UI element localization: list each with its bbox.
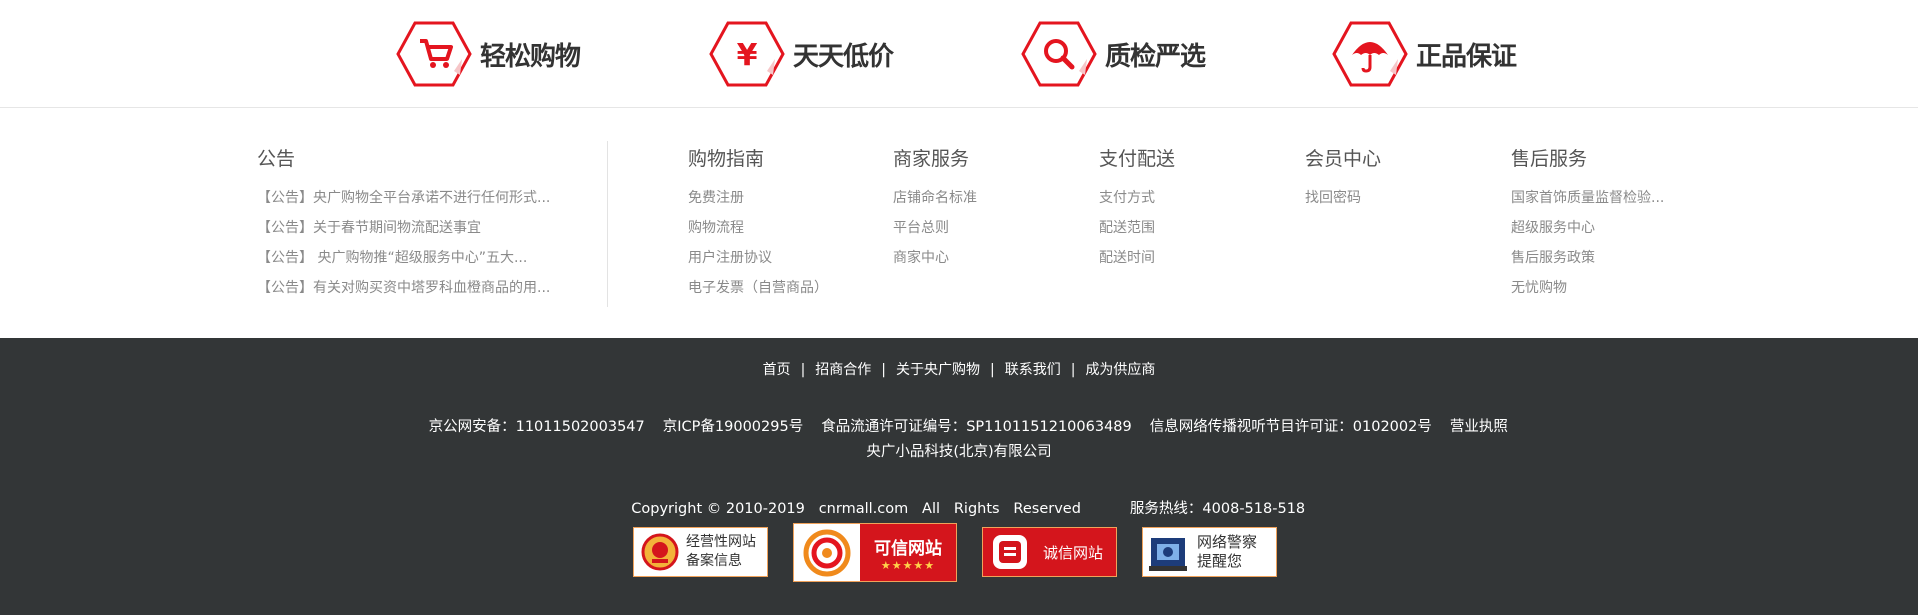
aftersale-link[interactable]: 售后服务政策 <box>1511 243 1691 273</box>
trusted-site-label: 可信网站 <box>874 538 942 559</box>
emblem-icon <box>641 533 679 571</box>
yen-icon: ¥ <box>709 21 785 87</box>
nav-separator: | <box>881 362 886 378</box>
merchant-link[interactable]: 商家中心 <box>893 243 977 273</box>
integrity-site-badge[interactable]: 诚信网站 <box>982 527 1117 577</box>
business-record-badge[interactable]: 经营性网站 备案信息 <box>633 527 768 577</box>
aftersale-link[interactable]: 超级服务中心 <box>1511 213 1691 243</box>
guide-column: 购物指南 免费注册 购物流程 用户注册协议 电子发票（自营商品） <box>688 147 828 303</box>
guide-link[interactable]: 电子发票（自营商品） <box>688 273 828 303</box>
public-security-record: 京公网安备：11011502003547 <box>428 419 645 435</box>
company-name: 央广小品科技(北京)有限公司 <box>866 444 1052 460</box>
integrity-logo-icon <box>983 528 1037 576</box>
feature-genuine[interactable]: 正品保证 <box>1332 21 1517 87</box>
merchant-link[interactable]: 店铺命名标准 <box>893 183 977 213</box>
member-title: 会员中心 <box>1305 148 1382 170</box>
feature-low-price[interactable]: ¥ 天天低价 <box>709 21 894 87</box>
footer-nav-investment[interactable]: 招商合作 <box>815 362 871 378</box>
badge-line2: 备案信息 <box>686 553 742 569</box>
nav-separator: | <box>800 362 806 378</box>
payment-title: 支付配送 <box>1099 148 1176 170</box>
merchant-column: 商家服务 店铺命名标准 平台总则 商家中心 <box>893 147 977 273</box>
feature-quality-check[interactable]: 质检严选 <box>1021 21 1206 87</box>
merchant-link[interactable]: 平台总则 <box>893 213 977 243</box>
nav-separator: | <box>1070 362 1076 378</box>
aftersale-title: 售后服务 <box>1511 148 1588 170</box>
payment-link[interactable]: 配送范围 <box>1099 213 1175 243</box>
guide-link[interactable]: 用户注册协议 <box>688 243 828 273</box>
feature-bar: 轻松购物 ¥ 天天低价 质检严选 正品保证 <box>0 0 1918 108</box>
umbrella-icon <box>1332 21 1408 87</box>
badge-line1: 网络警察 <box>1197 533 1258 551</box>
notice-link[interactable]: 【公告】有关对购买资中塔罗科血橙商品的用... <box>257 273 577 303</box>
magnifier-icon <box>1021 21 1097 87</box>
footer-nav-supplier[interactable]: 成为供应商 <box>1085 362 1155 378</box>
merchant-title: 商家服务 <box>893 148 970 170</box>
police-icon <box>1149 538 1187 571</box>
badge-line1: 经营性网站 <box>686 534 756 550</box>
notice-link[interactable]: 【公告】央广购物全平台承诺不进行任何形式... <box>257 183 577 213</box>
feature-label: 正品保证 <box>1416 41 1517 72</box>
aftersale-link[interactable]: 无忧购物 <box>1511 273 1691 303</box>
shopping-cart-icon <box>396 21 472 87</box>
aftersale-column: 售后服务 国家首饰质量监督检验... 超级服务中心 售后服务政策 无忧购物 <box>1511 147 1691 303</box>
feature-label: 轻松购物 <box>480 41 581 72</box>
trust-badges: 经营性网站 备案信息 可信网站 ★★★★★ 诚信网站 网络警察 提醒您 <box>0 523 1918 587</box>
member-column: 会员中心 找回密码 <box>1305 147 1381 213</box>
food-license: 食品流通许可证编号：SP1101151210063489 <box>821 419 1132 435</box>
badge-line2: 提醒您 <box>1197 552 1243 570</box>
footer-nav-about[interactable]: 关于央广购物 <box>896 362 980 378</box>
guide-link[interactable]: 购物流程 <box>688 213 828 243</box>
feature-easy-shopping[interactable]: 轻松购物 <box>396 21 581 87</box>
payment-link[interactable]: 配送时间 <box>1099 243 1175 273</box>
notice-link[interactable]: 【公告】 央广购物推“超级服务中心”五大... <box>257 243 577 273</box>
payment-link[interactable]: 支付方式 <box>1099 183 1175 213</box>
payment-column: 支付配送 支付方式 配送范围 配送时间 <box>1099 147 1175 273</box>
trusted-site-badge[interactable]: 可信网站 ★★★★★ <box>793 523 957 582</box>
footer-nav-home[interactable]: 首页 <box>763 362 791 378</box>
av-license: 信息网络传播视听节目许可证：0102002号 <box>1149 419 1432 435</box>
nav-separator: | <box>990 362 995 378</box>
footer-nav: 首页 | 招商合作 | 关于央广购物 | 联系我们 | 成为供应商 <box>0 359 1918 379</box>
footer-nav-contact[interactable]: 联系我们 <box>1005 362 1061 378</box>
business-license-link[interactable]: 营业执照 <box>1450 419 1508 435</box>
rating-stars: ★★★★★ <box>880 558 936 572</box>
guide-link[interactable]: 免费注册 <box>688 183 828 213</box>
footer-links-section: 公告 【公告】央广购物全平台承诺不进行任何形式... 【公告】关于春节期间物流配… <box>0 109 1918 338</box>
integrity-site-label: 诚信网站 <box>1043 543 1104 562</box>
feature-label: 天天低价 <box>793 41 894 72</box>
copyright-text: Copyright © 2010-2019 cnrmall.com All Ri… <box>631 501 1081 517</box>
notice-title: 公告 <box>257 148 296 170</box>
site-footer: 首页 | 招商合作 | 关于央广购物 | 联系我们 | 成为供应商 京公网安备：11011502… <box>0 338 1918 615</box>
notice-column: 公告 【公告】央广购物全平台承诺不进行任何形式... 【公告】关于春节期间物流配… <box>257 147 577 303</box>
guide-title: 购物指南 <box>688 148 765 170</box>
column-divider <box>607 141 608 307</box>
aftersale-link[interactable]: 国家首饰质量监督检验... <box>1511 183 1691 213</box>
cyber-police-badge[interactable]: 网络警察 提醒您 <box>1142 527 1277 577</box>
feature-label: 质检严选 <box>1105 41 1206 72</box>
member-link[interactable]: 找回密码 <box>1305 183 1381 213</box>
notice-link[interactable]: 【公告】关于春节期间物流配送事宜 <box>257 213 577 243</box>
hotline-text: 服务热线：4008-518-518 <box>1129 501 1306 517</box>
trusted-logo-icon <box>794 524 860 581</box>
icp-record: 京ICP备19000295号 <box>662 419 804 435</box>
svg-text:¥: ¥ <box>737 38 758 73</box>
